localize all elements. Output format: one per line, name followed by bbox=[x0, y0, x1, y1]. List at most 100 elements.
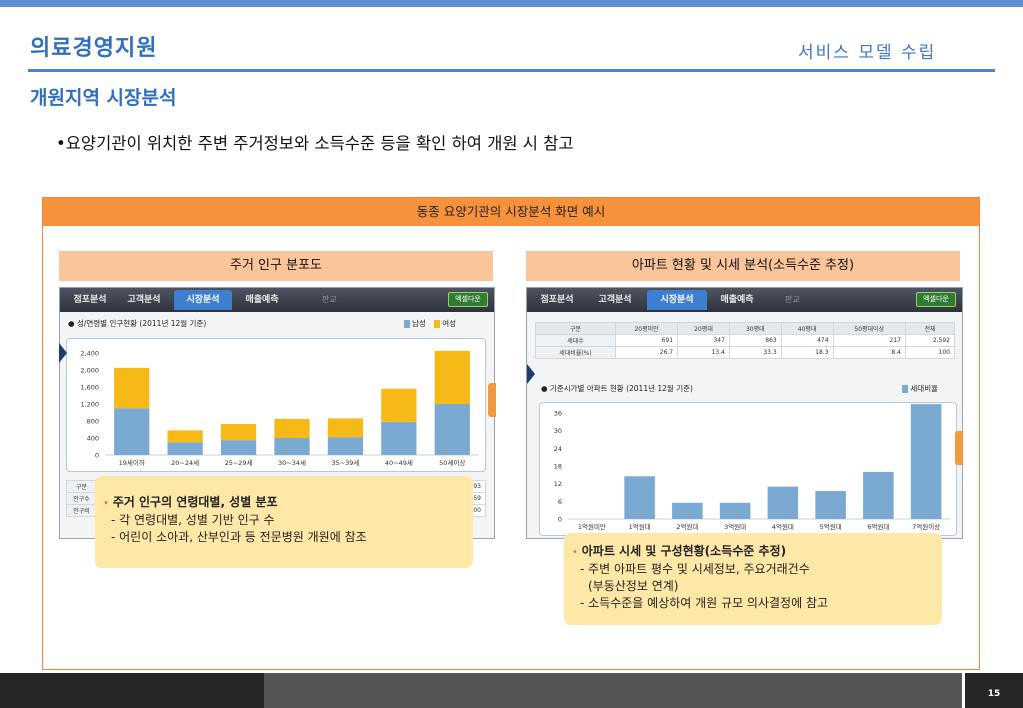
right-note-title: 아파트 시세 및 구성현황(소득수준 추정) bbox=[581, 544, 787, 558]
legend-female-label: 여성 bbox=[442, 319, 456, 328]
y-tick-label: 2,000 bbox=[80, 367, 99, 375]
apt-table-cell: 100 bbox=[904, 346, 956, 359]
bar-남성 bbox=[220, 440, 257, 455]
right-tab-sales[interactable]: 매출예측 bbox=[709, 290, 765, 310]
right-note-item: - 소득수준을 예상하여 개원 규모 의사결정에 참고 bbox=[580, 596, 829, 610]
bar-여성 bbox=[327, 418, 364, 438]
x-tick-label: 1억원미만 bbox=[578, 522, 606, 531]
x-tick-label: 19세이하 bbox=[119, 458, 145, 467]
y-tick-label: 0 bbox=[558, 516, 562, 524]
y-tick-label: 1,600 bbox=[80, 384, 99, 392]
left-chart-box: 0 400 800 1,200 1,600 2,000 2,400 19세이하 20~24세 25… bbox=[66, 338, 486, 472]
bar-세대비율 bbox=[815, 491, 846, 519]
apt-table-cell: 347 bbox=[677, 334, 730, 347]
left-note-item: - 각 연령대별, 성별 기반 인구 수 bbox=[111, 513, 275, 527]
x-tick-label: 7억원이상 bbox=[912, 522, 940, 531]
apt-table-header: 50평대이상 bbox=[832, 322, 906, 335]
bar-여성 bbox=[114, 367, 150, 409]
apt-table-cell: 691 bbox=[614, 334, 679, 347]
brand-title: 의료경영지원 bbox=[30, 36, 158, 61]
right-caption-text: 기준시가별 아파트 현황 (2011년 12월 기준) bbox=[549, 384, 693, 393]
model-subtitle: 서비스 모델 수립 bbox=[798, 43, 937, 63]
left-tab-sales[interactable]: 매출예측 bbox=[236, 290, 288, 310]
bar-세대비율 bbox=[767, 486, 799, 519]
x-tick-label: 6억원대 bbox=[867, 522, 889, 531]
apt-table-rowhead: 세대비율(%) bbox=[535, 346, 616, 359]
footer-bar bbox=[264, 673, 962, 708]
bar-남성 bbox=[167, 442, 203, 455]
left-tab-customer[interactable]: 고객분석 bbox=[118, 290, 170, 310]
apt-table-header: 20평미만 bbox=[614, 322, 679, 335]
x-tick-label: 30~34세 bbox=[278, 458, 306, 467]
x-tick-label: 25~29세 bbox=[225, 458, 253, 467]
right-map-label: 판교 bbox=[785, 295, 800, 304]
bar-남성 bbox=[114, 408, 150, 455]
apartment-summary-table: 구분 20평미만 20평대 30평대 40평대 50평대이상 전체 세대수 691 347 863 4… bbox=[535, 322, 956, 359]
bar-여성 bbox=[220, 423, 257, 441]
section-title: 개원지역 시장분석 bbox=[30, 87, 177, 109]
y-tick-label: 1,200 bbox=[80, 401, 99, 409]
bar-세대비율 bbox=[672, 502, 703, 519]
y-tick-label: 36 bbox=[554, 410, 562, 418]
top-accent-strip bbox=[0, 0, 1023, 7]
right-legend: 세대비율 bbox=[896, 383, 938, 394]
bar-남성 bbox=[434, 404, 470, 455]
y-tick-label: 800 bbox=[87, 418, 99, 426]
left-map-label: 판교 bbox=[322, 295, 337, 304]
left-excel-download-button[interactable]: 엑셀다운 bbox=[448, 292, 488, 307]
footer-left-block bbox=[0, 673, 264, 708]
apt-table-cell: 863 bbox=[728, 334, 782, 347]
left-note-item: - 어린이 소아과, 산부인과 등 전문병원 개원에 참조 bbox=[111, 530, 367, 544]
legend-female-swatch bbox=[434, 320, 441, 328]
apt-table-cell: 217 bbox=[832, 334, 906, 347]
apt-table-header: 40평대 bbox=[780, 322, 834, 335]
right-tab-customer[interactable]: 고객분석 bbox=[589, 290, 641, 310]
bar-여성 bbox=[274, 418, 310, 438]
right-side-tab-handle[interactable] bbox=[955, 431, 963, 465]
left-note-title: 주거 인구의 연령대별, 성별 분포 bbox=[112, 495, 278, 509]
x-tick-label: 50세이상 bbox=[439, 458, 465, 467]
legend-ratio-swatch bbox=[902, 385, 909, 393]
bar-여성 bbox=[167, 430, 203, 443]
note-bullet-icon: • bbox=[103, 498, 109, 509]
left-note: • 주거 인구의 연령대별, 성별 분포 - 각 연령대별, 성별 기반 인구 … bbox=[95, 476, 473, 568]
right-tab-store[interactable]: 점포분석 bbox=[531, 290, 583, 310]
right-excel-download-button[interactable]: 엑셀다운 bbox=[916, 292, 956, 307]
left-table-rowhead: 구분 bbox=[66, 480, 97, 493]
x-tick-label: 20~24세 bbox=[171, 458, 199, 467]
right-side-arrow-icon[interactable] bbox=[527, 364, 535, 384]
legend-ratio-label: 세대비율 bbox=[910, 384, 938, 393]
apt-table-cell: 13.4 bbox=[677, 346, 730, 359]
left-table-rowhead: 인구비 bbox=[66, 504, 97, 517]
bar-남성 bbox=[274, 438, 310, 455]
left-legend: 남성 여성 bbox=[398, 318, 456, 329]
bar-여성 bbox=[434, 350, 470, 404]
x-tick-label: 2억원대 bbox=[676, 522, 698, 531]
header-rule bbox=[28, 69, 995, 72]
x-tick-label: 1억원대 bbox=[629, 522, 651, 531]
population-chart: 0 400 800 1,200 1,600 2,000 2,400 19세이하 20~24세 25… bbox=[80, 350, 479, 467]
right-note-item: - 주변 아파트 평수 및 시세정보, 주요거래건수 bbox=[580, 562, 810, 576]
apt-table-cell: 26.7 bbox=[614, 346, 679, 359]
page-number: 15 bbox=[965, 673, 1023, 708]
apartment-price-chart: 0 6 12 18 24 30 36 1억원미만 1억원대 2억원대 3억원대 4억원대 5억원대 6억원… bbox=[554, 404, 950, 531]
legend-male-swatch bbox=[403, 320, 410, 328]
left-chart-caption: ● 성/연령별 인구현황 (2011년 12월 기준) bbox=[68, 319, 207, 328]
apt-table-rowhead: 세대수 bbox=[535, 334, 616, 347]
apt-table-header: 20평대 bbox=[677, 322, 730, 335]
left-tab-market[interactable]: 시장분석 bbox=[174, 290, 232, 310]
bar-남성 bbox=[381, 421, 417, 455]
note-bullet-icon: • bbox=[572, 547, 578, 558]
left-tab-store[interactable]: 점포분석 bbox=[64, 290, 116, 310]
y-tick-label: 0 bbox=[95, 452, 99, 460]
apt-table-header: 전체 bbox=[904, 322, 956, 335]
right-chart-caption: ● 기준시가별 아파트 현황 (2011년 12월 기준) bbox=[541, 384, 693, 393]
left-side-tab-handle[interactable] bbox=[488, 383, 496, 417]
apt-table-header: 30평대 bbox=[728, 322, 782, 335]
apt-table-cell: 474 bbox=[780, 334, 834, 347]
x-tick-label: 35~39세 bbox=[331, 458, 359, 467]
right-tab-market[interactable]: 시장분석 bbox=[647, 290, 707, 310]
x-tick-label: 3억원대 bbox=[724, 522, 746, 531]
left-side-arrow-icon[interactable] bbox=[59, 343, 67, 363]
intro-bullet: •요양기관이 위치한 주변 주거정보와 소득수준 등을 확인 하여 개원 시 참… bbox=[56, 134, 574, 153]
